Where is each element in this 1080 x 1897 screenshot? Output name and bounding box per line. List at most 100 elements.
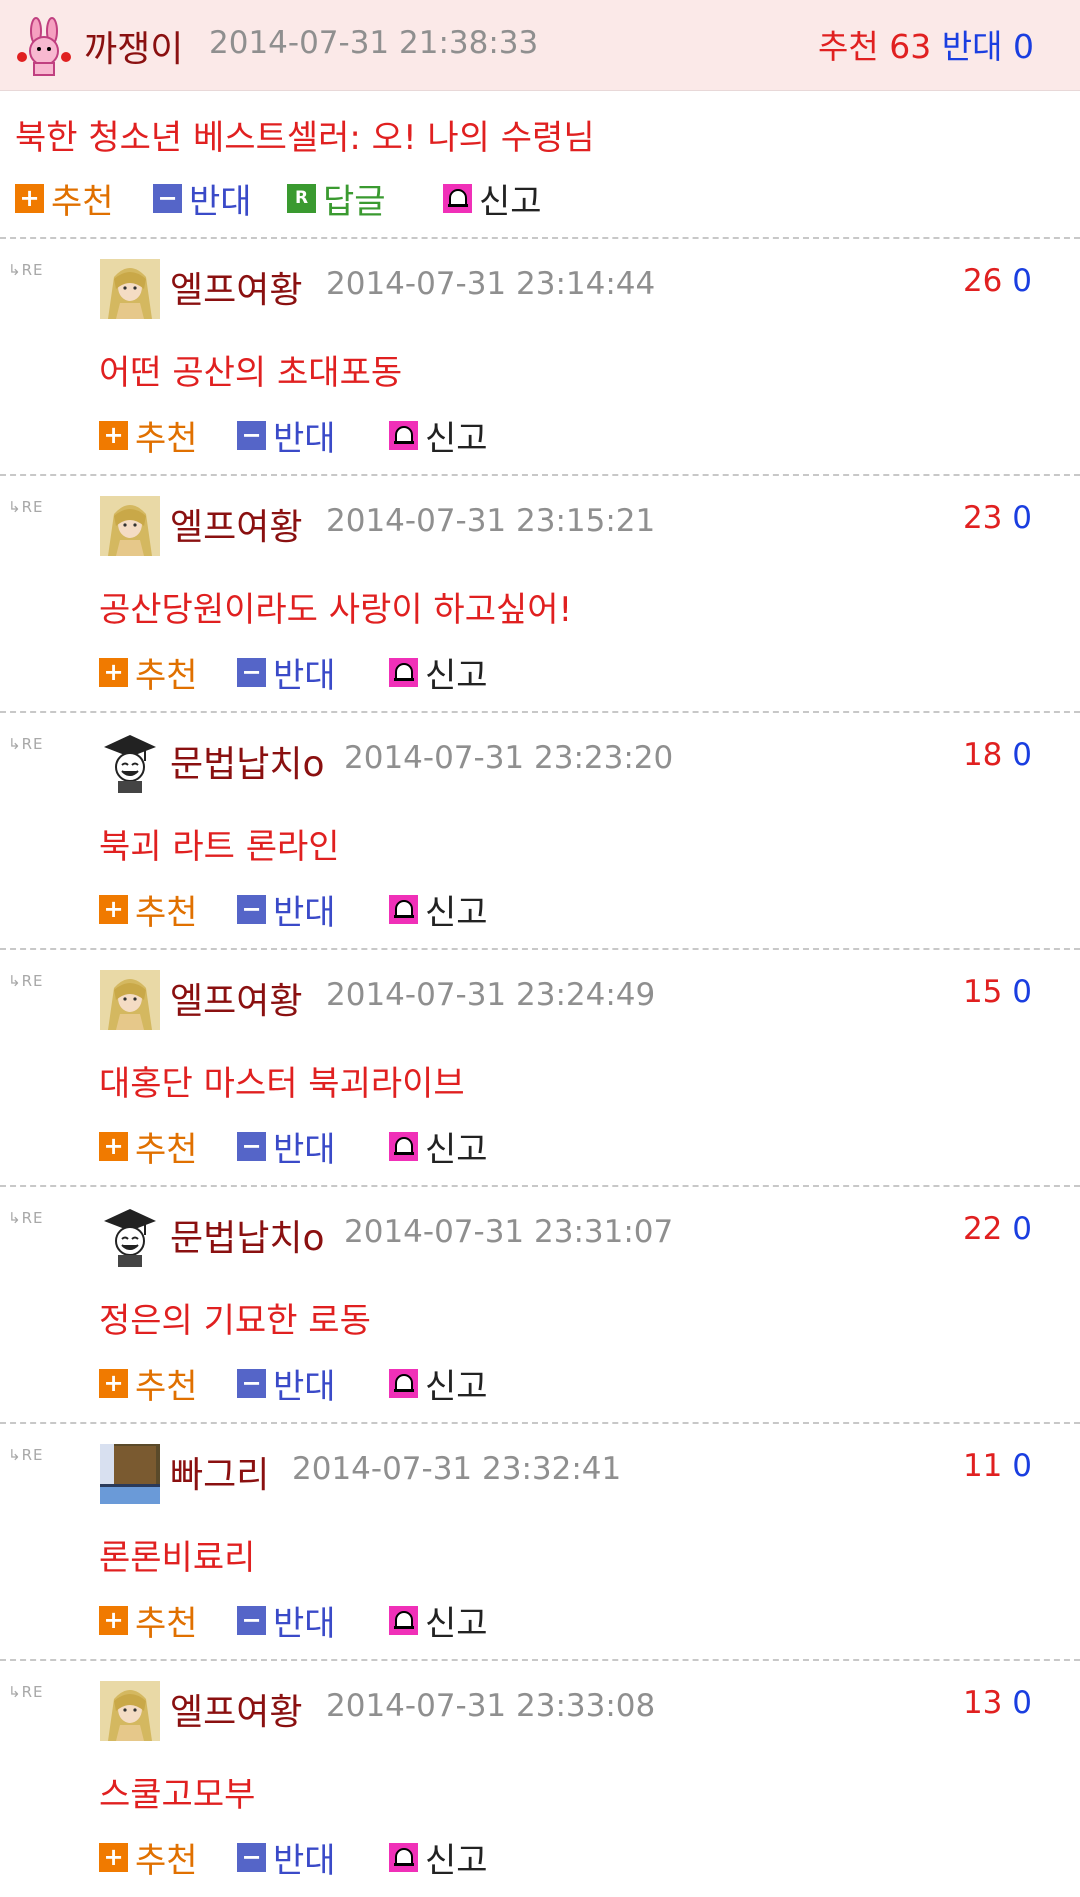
comment-text: 공산당원이라도 사랑이 하고싶어!: [99, 590, 573, 630]
user-avatar[interactable]: [100, 970, 160, 1030]
recommend-button[interactable]: + 추천: [99, 1126, 198, 1170]
minus-icon: −: [237, 1131, 266, 1161]
siren-icon: [389, 657, 418, 687]
comment-actions: + 추천 − 반대 신고: [99, 1837, 599, 1881]
plus-icon: +: [99, 1842, 128, 1872]
user-avatar[interactable]: [100, 259, 160, 319]
post-actions: + 추천 − 반대 R 답글 신고: [15, 178, 615, 222]
user-avatar[interactable]: [100, 733, 160, 793]
oppose-button[interactable]: − 반대: [237, 889, 336, 933]
siren-icon: [389, 894, 418, 924]
report-button[interactable]: 신고: [443, 178, 542, 222]
user-avatar[interactable]: [100, 1207, 160, 1267]
comment-date: 2014-07-31 23:23:20: [344, 740, 674, 776]
up-count: 13: [962, 1685, 1003, 1721]
report-button[interactable]: 신고: [389, 1600, 488, 1644]
user-avatar[interactable]: [100, 1444, 160, 1504]
comment-item: ↳RE 빠그리 2014-07-31 23:32:41 11 0 론론비료리 + 추천 − 반대…: [0, 1424, 1080, 1660]
recommend-button[interactable]: + 추천: [99, 1363, 198, 1407]
comment-text: 스쿨고모부: [99, 1775, 256, 1815]
comment-actions: + 추천 − 반대 신고: [99, 1600, 599, 1644]
comment-actions: + 추천 − 반대 신고: [99, 415, 599, 459]
oppose-button[interactable]: − 반대: [237, 1837, 336, 1881]
siren-icon: [389, 1605, 418, 1635]
siren-icon: [389, 1368, 418, 1398]
post-header: 까쟁이 2014-07-31 21:38:33 추천 63 반대 0: [0, 0, 1080, 91]
report-button[interactable]: 신고: [389, 652, 488, 696]
comment-author[interactable]: 엘프여황: [170, 498, 302, 550]
oppose-button[interactable]: − 반대: [237, 1363, 336, 1407]
recommend-button[interactable]: + 추천: [15, 178, 114, 222]
down-count: 0: [1012, 1685, 1032, 1721]
comment-item: ↳RE 엘프여황 2014-07-31 23:24:49 15 0 대홍단 마스터 북괴…: [0, 950, 1080, 1186]
reply-arrow-icon: ↳RE: [8, 498, 44, 516]
minus-icon: −: [237, 894, 266, 924]
comment-item: ↳RE 문법납치o 2014-07-31 23:23:20 18 0 북괴 라트 론라인…: [0, 713, 1080, 949]
comment-text: 정은의 기묘한 로동: [99, 1301, 371, 1341]
report-button[interactable]: 신고: [389, 1363, 488, 1407]
siren-icon: [389, 1842, 418, 1872]
plus-icon: +: [99, 1131, 128, 1161]
comment-author[interactable]: 문법납치o: [170, 735, 325, 787]
comment-author[interactable]: 엘프여황: [170, 972, 302, 1024]
bunny-avatar[interactable]: [14, 17, 74, 77]
up-count: 26: [962, 263, 1003, 299]
report-button[interactable]: 신고: [389, 889, 488, 933]
minus-icon: −: [237, 1842, 266, 1872]
comment-author[interactable]: 엘프여황: [170, 1683, 302, 1735]
recommend-button[interactable]: + 추천: [99, 652, 198, 696]
oppose-label: 반대: [941, 27, 1003, 66]
comment-author[interactable]: 문법납치o: [170, 1209, 325, 1261]
siren-icon: [443, 183, 472, 213]
recommend-button[interactable]: + 추천: [99, 415, 198, 459]
user-avatar[interactable]: [100, 496, 160, 556]
report-button[interactable]: 신고: [389, 1837, 488, 1881]
user-avatar[interactable]: [100, 1681, 160, 1741]
comment-vote-counts: 15 0: [963, 974, 1032, 1010]
reply-arrow-icon: ↳RE: [8, 261, 44, 279]
comment-text: 론론비료리: [99, 1538, 256, 1578]
reply-arrow-icon: ↳RE: [8, 1446, 44, 1464]
comment-text: 어떤 공산의 초대포동: [99, 353, 403, 393]
oppose-button[interactable]: − 반대: [237, 652, 336, 696]
comment-text: 대홍단 마스터 북괴라이브: [99, 1064, 465, 1104]
oppose-count: 0: [1013, 27, 1034, 66]
minus-icon: −: [153, 183, 182, 213]
oppose-button[interactable]: − 반대: [237, 1600, 336, 1644]
comment-actions: + 추천 − 반대 신고: [99, 889, 599, 933]
recommend-label: 추천: [818, 27, 879, 66]
post-author[interactable]: 까쟁이: [84, 20, 183, 72]
comment-actions: + 추천 − 반대 신고: [99, 652, 599, 696]
comment-author[interactable]: 엘프여황: [170, 261, 302, 313]
reply-button[interactable]: R 답글: [287, 178, 386, 222]
comment-date: 2014-07-31 23:31:07: [344, 1214, 674, 1250]
plus-icon: +: [99, 420, 128, 450]
comment-date: 2014-07-31 23:24:49: [326, 977, 656, 1013]
reply-arrow-icon: ↳RE: [8, 972, 44, 990]
oppose-button[interactable]: − 반대: [237, 1126, 336, 1170]
minus-icon: −: [237, 420, 266, 450]
report-button[interactable]: 신고: [389, 415, 488, 459]
reply-arrow-icon: ↳RE: [8, 1209, 44, 1227]
comment-item: ↳RE 엘프여황 2014-07-31 23:15:21 23 0 공산당원이라도 사랑…: [0, 476, 1080, 712]
comment-author[interactable]: 빠그리: [170, 1446, 269, 1498]
down-count: 0: [1012, 263, 1032, 299]
oppose-button[interactable]: − 반대: [153, 178, 252, 222]
recommend-count: 63: [889, 27, 932, 66]
comment-vote-counts: 22 0: [963, 1211, 1032, 1247]
plus-icon: +: [99, 894, 128, 924]
up-count: 18: [962, 737, 1003, 773]
down-count: 0: [1012, 737, 1032, 773]
comment-vote-counts: 26 0: [963, 263, 1032, 299]
siren-icon: [389, 420, 418, 450]
plus-icon: +: [99, 657, 128, 687]
report-button[interactable]: 신고: [389, 1126, 488, 1170]
oppose-button[interactable]: − 반대: [237, 415, 336, 459]
siren-icon: [389, 1131, 418, 1161]
recommend-button[interactable]: + 추천: [99, 889, 198, 933]
minus-icon: −: [237, 657, 266, 687]
recommend-button[interactable]: + 추천: [99, 1600, 198, 1644]
recommend-button[interactable]: + 추천: [99, 1837, 198, 1881]
plus-icon: +: [99, 1368, 128, 1398]
comment-actions: + 추천 − 반대 신고: [99, 1363, 599, 1407]
